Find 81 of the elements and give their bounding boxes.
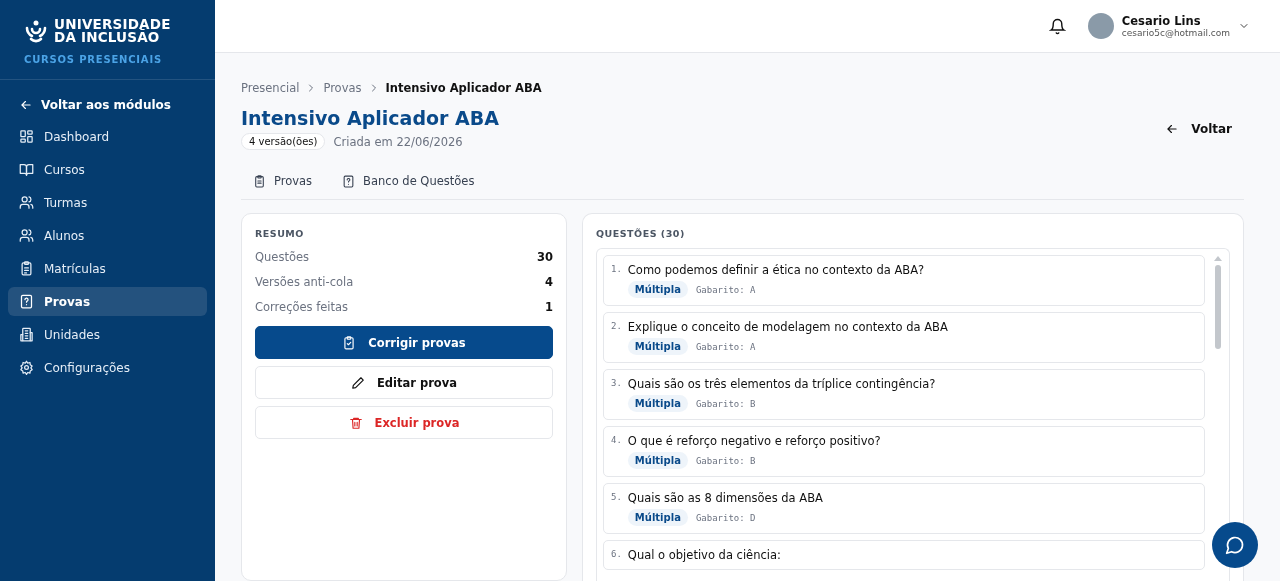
users-icon [19,195,34,210]
question-card[interactable]: 1. Como podemos definir a ética no contexto da ABA? Múltipla Gabarito: A [603,255,1205,306]
chat-bubble-icon [1225,535,1245,555]
question-text: Quais são os três elementos da tríplice contingência? [627,377,936,391]
trash-icon [348,415,363,430]
edit-exam-button[interactable]: Editar prova [255,366,553,399]
sidebar-item[interactable]: Cursos [8,155,207,184]
user-name: Cesario Lins [1121,14,1202,28]
question-card[interactable]: 4. O que é reforço negativo e reforço positivo? Múltipla Gabarito: B [603,426,1205,477]
settings-icon [19,360,34,375]
sidebar-item[interactable]: Matrículas [8,254,207,283]
question-document-icon [342,174,356,188]
question-card[interactable]: 3. Quais são os três elementos da tríplice contingência? Múltipla Gabarito: B [603,369,1205,420]
question-text: O que é reforço negativo e reforço positivo? [627,434,881,448]
question-type-tag: Múltipla [627,509,688,526]
user-email: cesario5c@hotmail.com [1121,28,1230,38]
back-link[interactable]: Voltar aos módulos [8,94,207,118]
section-heading: QUESTÕES (30) [596,228,686,239]
delete-exam-button[interactable]: Excluir prova [255,406,553,439]
stat-label: Questões [255,250,310,264]
section-heading: RESUMO [255,228,305,239]
logo-subtitle: CURSOS PRESENCIAIS [24,54,163,65]
versions-badge: 4 versão(ões) [241,133,326,150]
stat-value: 1 [545,300,553,314]
stat-label: Versões anti-cola [255,275,354,289]
stat-value: 30 [537,250,553,264]
breadcrumb-link[interactable]: Provas [323,81,362,95]
book-icon [19,162,34,177]
users-icon [19,228,34,243]
building-icon [19,327,34,342]
question-card[interactable]: 5. Quais são as 8 dimensões da ABA Múltipla Gabarito: D [603,483,1205,534]
stat-label: Correções feitas [255,300,349,314]
clipboard-check-icon [342,335,357,350]
answer-key: Gabarito: D [695,512,756,523]
sidebar-item[interactable]: Configurações [8,353,207,382]
question-text: Explique o conceito de modelagem no contexto da ABA [627,320,948,334]
question-number: 6. [611,548,622,561]
notification-bell-icon [1048,17,1066,35]
sidebar-item[interactable]: Unidades [8,320,207,349]
question-type-tag: Múltipla [627,281,688,298]
tab[interactable]: Provas [241,166,325,199]
breadcrumb-current: Intensivo Aplicador ABA [385,81,542,95]
clipboard-icon [253,174,266,188]
question-document-icon [19,294,34,309]
scrollbar-thumb[interactable] [1215,265,1221,349]
answer-key: Gabarito: B [695,398,756,409]
question-card[interactable]: 2. Explique o conceito de modelagem no contexto da ABA Múltipla Gabarito: A [603,312,1205,363]
back-button[interactable]: Voltar [1153,115,1244,142]
answer-key: Gabarito: A [695,341,756,352]
avatar [1087,13,1114,39]
pencil-icon [351,375,365,390]
sidebar-item[interactable]: Turmas [8,188,207,217]
stat-value: 4 [545,275,553,289]
question-number: 1. [611,263,622,276]
question-number: 5. [611,491,622,504]
question-text: Quais são as 8 dimensões da ABA [627,491,823,505]
page-title: Intensivo Aplicador ABA [241,107,499,129]
question-text: Como podemos definir a ética no contexto da ABA? [627,263,925,277]
grid-icon [19,129,34,144]
sidebar-item[interactable]: Dashboard [8,122,207,151]
scroll-up-icon [1213,255,1223,261]
tab[interactable]: Banco de Questões [330,166,487,199]
question-number: 2. [611,320,622,333]
correct-exams-button[interactable]: Corrigir provas [255,326,553,359]
question-number: 4. [611,434,622,447]
question-type-tag: Múltipla [627,452,688,469]
sidebar-item[interactable]: Provas [8,287,207,316]
created-date: Criada em 22/06/2026 [333,134,463,149]
question-type-tag: Múltipla [627,395,688,412]
sidebar-item[interactable]: Alunos [8,221,207,250]
question-number: 3. [611,377,622,390]
logo-icon [24,19,48,43]
breadcrumb-link[interactable]: Presencial [241,81,300,95]
answer-key: Gabarito: A [695,284,756,295]
clipboard-list-icon [19,261,34,276]
answer-key: Gabarito: B [695,455,756,466]
question-type-tag: Múltipla [627,338,688,355]
question-text: Qual o objetivo da ciência: [627,548,781,562]
logo-text: UNIVERSIDADE DA INCLUSÃO [54,18,171,44]
back-arrow-icon [19,98,33,112]
question-card[interactable]: 6. Qual o objetivo da ciência: [603,540,1205,570]
